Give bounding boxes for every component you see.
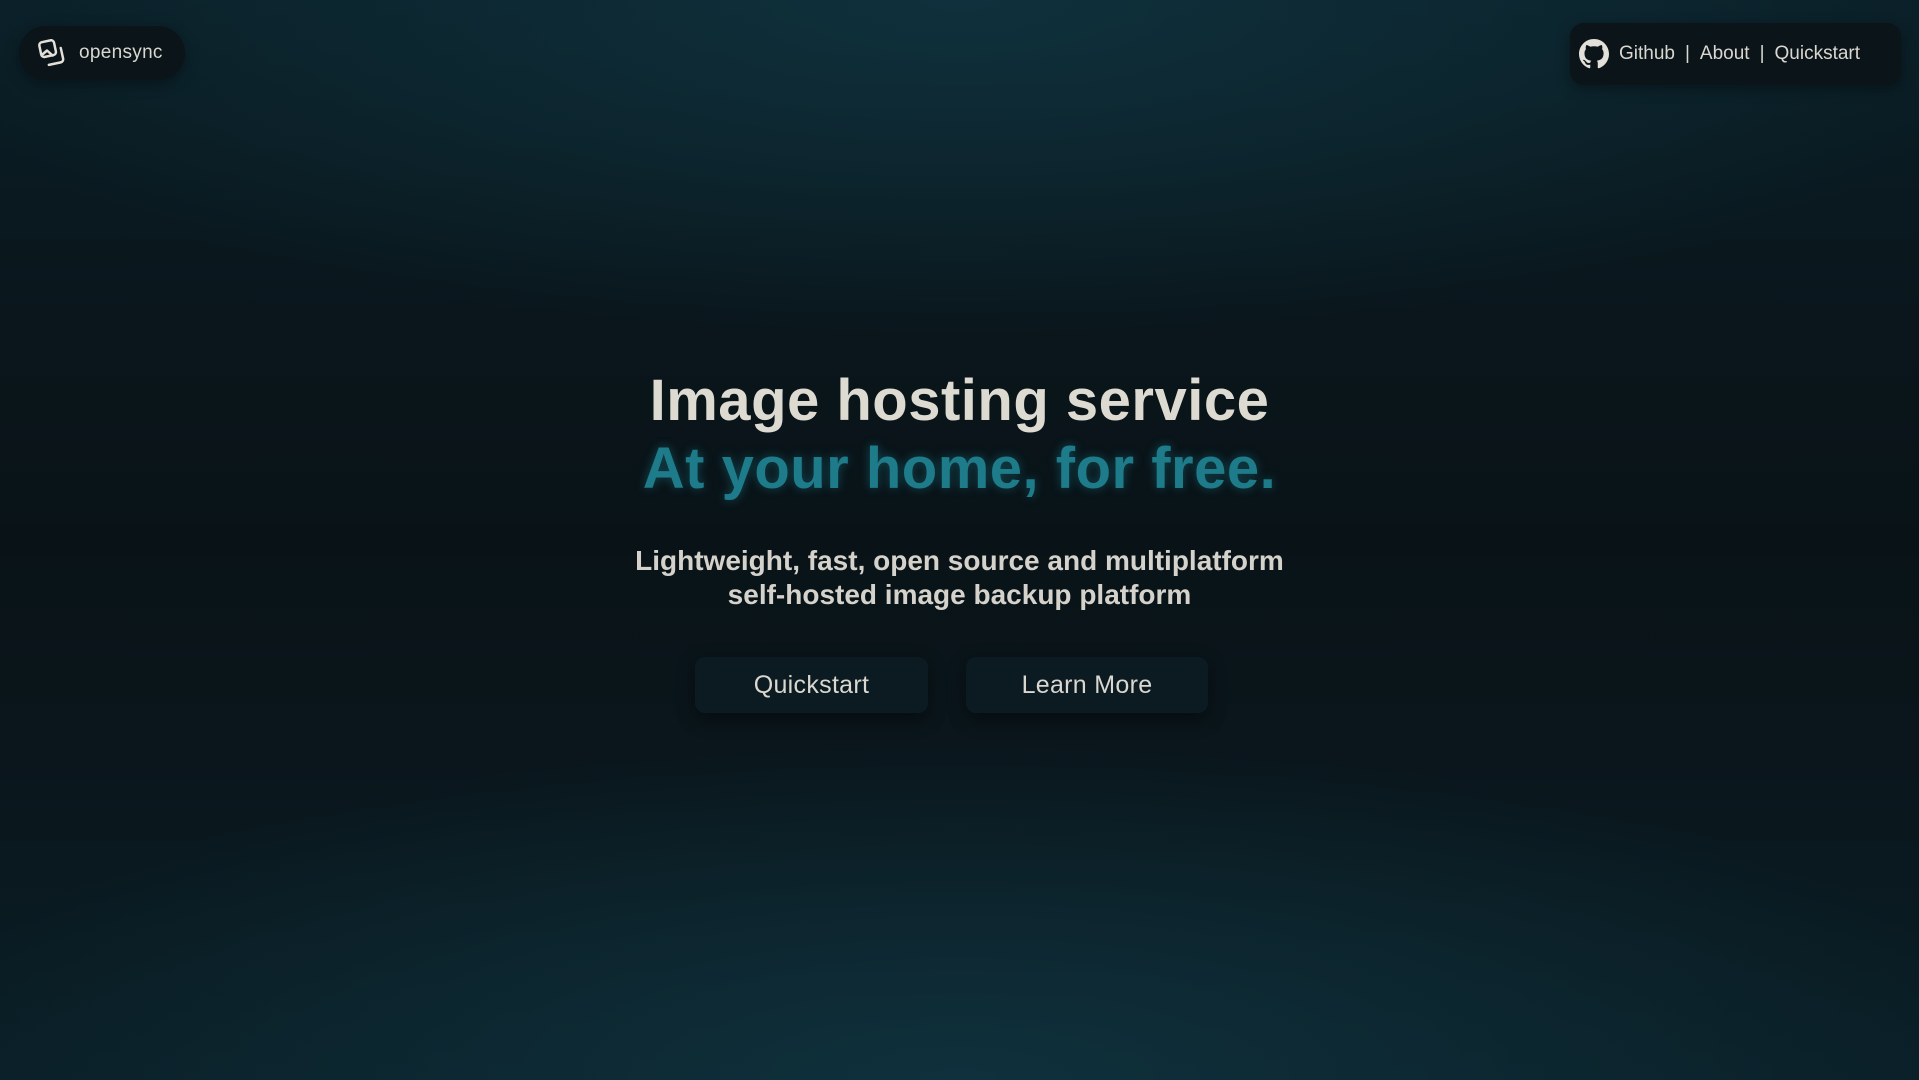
nav-link-quickstart[interactable]: Quickstart xyxy=(1775,43,1861,65)
hero-subtitle-line-1: Lightweight, fast, open source and multi… xyxy=(635,545,1284,576)
nav-link-github[interactable]: Github xyxy=(1619,43,1675,65)
hero-subtitle-line-2: self-hosted image backup platform xyxy=(727,579,1192,610)
github-icon[interactable] xyxy=(1579,39,1619,69)
learn-more-button[interactable]: Learn More xyxy=(966,657,1208,713)
hero-title: Image hosting service xyxy=(649,368,1270,433)
nav-separator: | xyxy=(1684,43,1690,64)
brand-logo-link[interactable]: opensync xyxy=(19,26,185,80)
images-icon xyxy=(37,38,67,68)
hero-tagline: At your home, for free. xyxy=(642,436,1277,501)
hero-section: Image hosting service At your home, for … xyxy=(0,366,1919,612)
quickstart-button[interactable]: Quickstart xyxy=(695,657,928,713)
brand-name: opensync xyxy=(79,42,163,63)
top-nav: Github | About | Quickstart xyxy=(1570,23,1901,85)
nav-separator: | xyxy=(1759,43,1765,64)
nav-link-about[interactable]: About xyxy=(1700,43,1750,65)
cta-row: Quickstart Learn More xyxy=(0,657,1919,713)
hero-subtitle: Lightweight, fast, open source and multi… xyxy=(0,544,1919,612)
